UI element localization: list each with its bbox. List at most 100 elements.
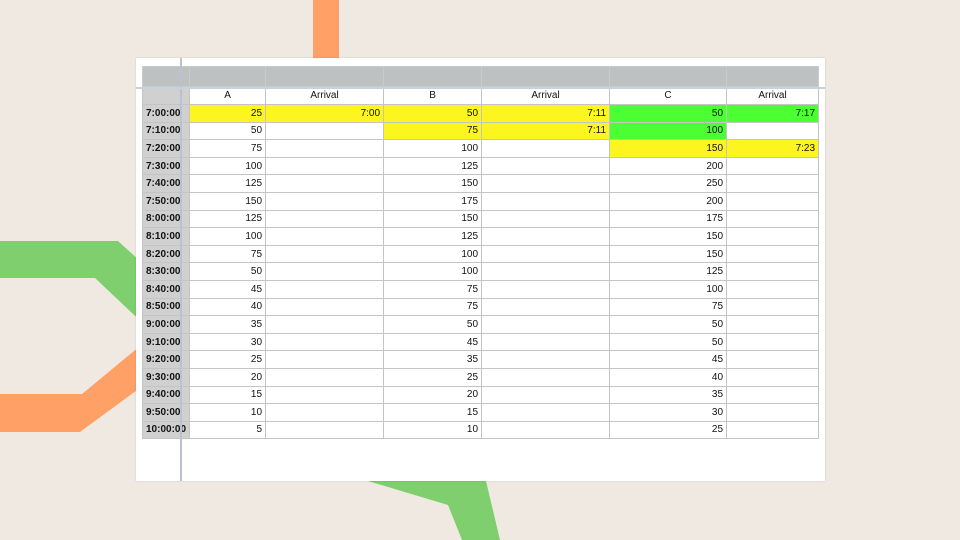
row-header[interactable]: 8:00:00	[141, 209, 191, 229]
data-cell[interactable]: 50	[609, 332, 728, 352]
data-cell[interactable]	[726, 174, 820, 193]
data-cell[interactable]	[481, 174, 611, 193]
data-cell[interactable]	[726, 262, 820, 281]
data-cell[interactable]	[481, 244, 611, 264]
data-cell[interactable]: 30	[609, 403, 728, 422]
row-header-empty[interactable]	[141, 86, 191, 105]
data-cell[interactable]: 175	[609, 209, 728, 229]
data-cell[interactable]: 25	[189, 104, 267, 123]
data-cell[interactable]	[481, 156, 611, 176]
data-cell[interactable]: 45	[189, 279, 267, 299]
column-header-cell[interactable]	[383, 66, 483, 87]
data-cell[interactable]: 100	[189, 227, 267, 246]
data-cell[interactable]	[481, 209, 611, 229]
data-cell[interactable]	[726, 279, 820, 299]
data-cell[interactable]: 150	[383, 174, 483, 193]
row-header[interactable]: 9:20:00	[141, 350, 191, 369]
data-cell[interactable]: 125	[383, 227, 483, 246]
data-cell[interactable]	[265, 121, 385, 141]
data-cell[interactable]: 7:00	[265, 104, 385, 123]
data-cell[interactable]: 250	[609, 174, 728, 193]
data-cell[interactable]: 100	[609, 279, 728, 299]
data-cell[interactable]: 150	[609, 244, 728, 264]
row-header[interactable]: 8:50:00	[141, 297, 191, 317]
data-cell[interactable]: 40	[609, 367, 728, 387]
row-header[interactable]: 9:10:00	[141, 332, 191, 352]
data-cell[interactable]: 25	[189, 350, 267, 369]
data-cell[interactable]	[726, 420, 820, 440]
data-cell[interactable]: 150	[609, 227, 728, 246]
data-cell[interactable]	[265, 139, 385, 158]
data-cell[interactable]: 200	[609, 156, 728, 176]
column-label-b[interactable]: B	[383, 86, 483, 105]
data-cell[interactable]: 50	[609, 315, 728, 334]
column-header-cell[interactable]	[726, 66, 820, 87]
data-cell[interactable]	[265, 227, 385, 246]
row-header[interactable]: 9:30:00	[141, 367, 191, 387]
data-cell[interactable]: 75	[189, 139, 267, 158]
data-cell[interactable]	[726, 297, 820, 317]
data-cell[interactable]: 100	[609, 121, 728, 141]
data-cell[interactable]	[481, 191, 611, 211]
data-cell[interactable]: 150	[189, 191, 267, 211]
column-label-c[interactable]: C	[609, 86, 728, 105]
data-cell[interactable]	[265, 420, 385, 440]
data-cell[interactable]	[265, 191, 385, 211]
data-cell[interactable]	[481, 262, 611, 281]
data-cell[interactable]	[726, 156, 820, 176]
data-cell[interactable]: 25	[609, 420, 728, 440]
data-cell[interactable]	[726, 332, 820, 352]
data-cell[interactable]: 20	[189, 367, 267, 387]
corner-cell[interactable]	[141, 66, 191, 87]
data-cell[interactable]: 50	[383, 315, 483, 334]
data-cell[interactable]	[726, 191, 820, 211]
data-cell[interactable]	[265, 332, 385, 352]
row-header[interactable]: 7:00:00	[141, 104, 191, 123]
data-cell[interactable]: 100	[383, 139, 483, 158]
data-cell[interactable]: 100	[189, 156, 267, 176]
data-cell[interactable]: 125	[189, 209, 267, 229]
data-cell[interactable]: 75	[609, 297, 728, 317]
data-cell[interactable]: 15	[189, 385, 267, 405]
data-cell[interactable]	[265, 244, 385, 264]
row-header[interactable]: 7:50:00	[141, 191, 191, 211]
data-cell[interactable]: 35	[383, 350, 483, 369]
data-cell[interactable]: 200	[609, 191, 728, 211]
data-cell[interactable]	[265, 262, 385, 281]
data-cell[interactable]: 20	[383, 385, 483, 405]
data-cell[interactable]: 150	[383, 209, 483, 229]
data-cell[interactable]: 125	[383, 156, 483, 176]
data-cell[interactable]: 30	[189, 332, 267, 352]
row-header[interactable]: 9:40:00	[141, 385, 191, 405]
data-cell[interactable]	[265, 156, 385, 176]
data-cell[interactable]	[481, 297, 611, 317]
data-cell[interactable]: 10	[189, 403, 267, 422]
data-cell[interactable]	[481, 350, 611, 369]
data-cell[interactable]: 75	[383, 279, 483, 299]
data-cell[interactable]	[265, 209, 385, 229]
row-header[interactable]: 8:10:00	[141, 227, 191, 246]
column-label-arrival-a[interactable]: Arrival	[265, 86, 385, 105]
row-header[interactable]: 8:20:00	[141, 244, 191, 264]
data-cell[interactable]	[726, 403, 820, 422]
data-cell[interactable]: 150	[609, 139, 728, 158]
data-cell[interactable]: 175	[383, 191, 483, 211]
data-cell[interactable]: 50	[383, 104, 483, 123]
data-cell[interactable]: 35	[189, 315, 267, 334]
data-cell[interactable]	[265, 350, 385, 369]
data-cell[interactable]	[726, 244, 820, 264]
row-header[interactable]: 8:30:00	[141, 262, 191, 281]
data-cell[interactable]: 45	[383, 332, 483, 352]
data-cell[interactable]: 35	[609, 385, 728, 405]
data-cell[interactable]: 125	[609, 262, 728, 281]
data-cell[interactable]	[726, 209, 820, 229]
data-cell[interactable]	[265, 367, 385, 387]
data-cell[interactable]	[726, 350, 820, 369]
row-header[interactable]: 9:50:00	[141, 403, 191, 422]
data-cell[interactable]: 50	[189, 121, 267, 141]
data-cell[interactable]	[481, 420, 611, 440]
data-cell[interactable]	[726, 121, 820, 141]
row-header[interactable]: 7:30:00	[141, 156, 191, 176]
data-cell[interactable]	[481, 227, 611, 246]
row-header[interactable]: 7:10:00	[141, 121, 191, 141]
